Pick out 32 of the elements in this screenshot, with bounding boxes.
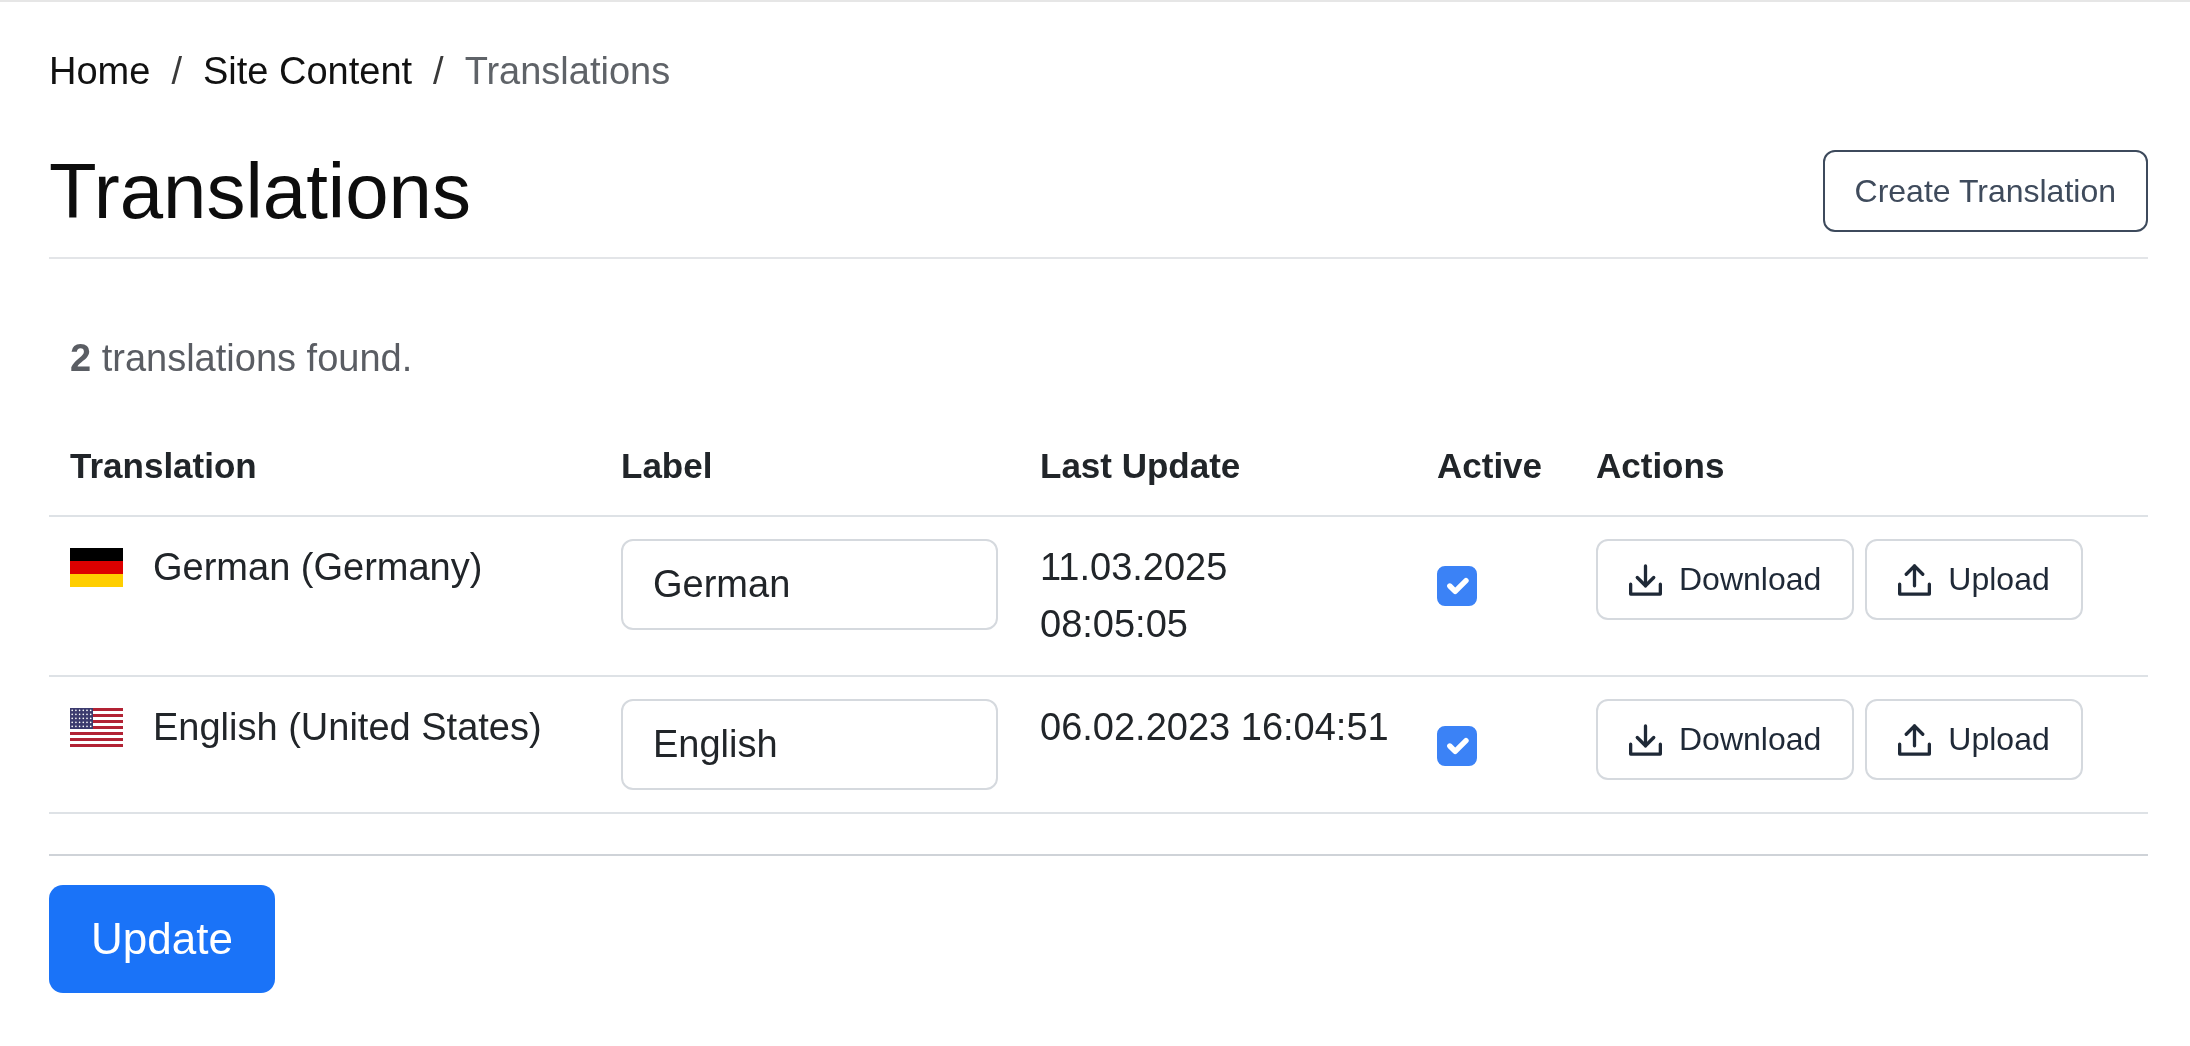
active-checkbox[interactable] [1437,726,1477,766]
upload-icon [1898,723,1932,756]
column-header: Label [600,414,1019,516]
last-update-text: 06.02.2023 16:04:51 [1040,706,1389,748]
download-icon [1629,723,1662,756]
column-header: Translation [49,414,600,516]
last-update-text: 11.03.2025 08:05:05 [1040,546,1228,645]
breadcrumb-current: Translations [464,49,671,94]
translation-name: English (United States) [153,705,542,750]
translation-name: German (Germany) [153,545,483,590]
breadcrumb-link[interactable]: Site Content [202,43,413,100]
create-translation-button[interactable]: Create Translation [1822,150,2148,232]
upload-button[interactable]: Upload [1865,539,2083,620]
upload-icon [1898,563,1932,596]
download-button[interactable]: Download [1596,699,1855,780]
label-input[interactable]: English [621,699,998,790]
result-summary: 2 translations found. [69,336,414,381]
column-header: Active [1416,414,1575,516]
upload-button[interactable]: Upload [1865,699,2083,780]
update-button[interactable]: Update [49,885,275,993]
download-button[interactable]: Download [1596,539,1855,620]
breadcrumb-separator: / [171,49,182,94]
us-flag-icon [70,708,123,747]
breadcrumb-separator: / [433,49,444,94]
download-icon [1629,563,1662,596]
label-input[interactable]: German [621,539,998,630]
page-title: Translations [49,146,471,237]
breadcrumb-link[interactable]: Home [49,43,151,100]
active-checkbox[interactable] [1437,566,1477,606]
german-flag-icon [70,548,123,587]
column-header: Last Update [1019,414,1416,516]
column-header: Actions [1575,414,2148,516]
